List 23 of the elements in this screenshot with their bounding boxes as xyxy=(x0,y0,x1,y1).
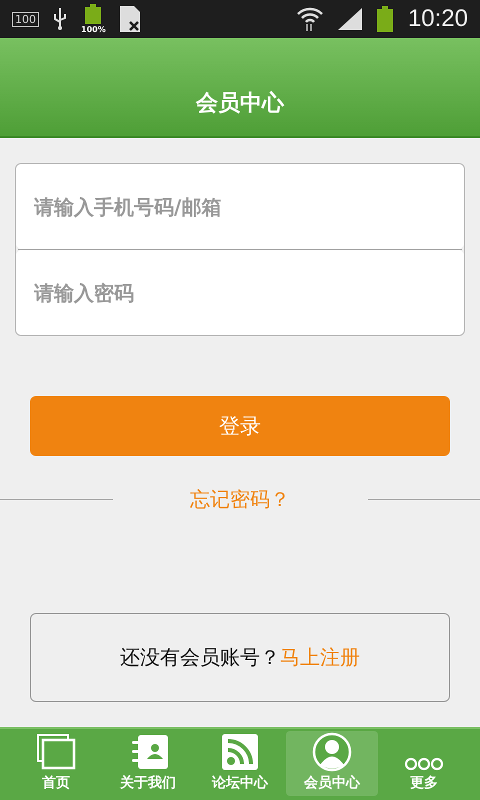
signal-icon xyxy=(338,8,362,30)
input-field[interactable]: 请输入手机号码/邮箱 xyxy=(16,164,464,249)
register-prompt: 还没有会员账号？ xyxy=(120,644,280,671)
usb-icon xyxy=(53,8,67,30)
login-button[interactable]: 登录 xyxy=(30,396,450,456)
battery-saver-icon: 100 xyxy=(12,12,39,26)
nav-tab[interactable]: 论坛中心 xyxy=(194,731,286,796)
clock-time: 10:20 xyxy=(408,5,468,33)
nav-tab[interactable]: 会员中心 xyxy=(286,731,378,796)
person-icon xyxy=(312,732,352,772)
battery-icon xyxy=(376,6,394,32)
sim-card-icon xyxy=(120,6,140,32)
nav-tab[interactable]: 首页 xyxy=(10,731,102,796)
page-title: 会员中心 xyxy=(196,90,284,118)
nav-tab[interactable]: 更多 xyxy=(378,731,470,796)
input-field[interactable]: 请输入密码 xyxy=(16,250,464,335)
forgot-password-link[interactable]: 忘记密码？ xyxy=(112,486,368,513)
pages-icon xyxy=(36,732,76,772)
nav-tab[interactable]: 关于我们 xyxy=(102,731,194,796)
register-link[interactable]: 马上注册 xyxy=(280,644,360,671)
more-icon xyxy=(404,756,444,772)
rss-icon xyxy=(220,732,260,772)
wifi-icon xyxy=(296,6,324,32)
